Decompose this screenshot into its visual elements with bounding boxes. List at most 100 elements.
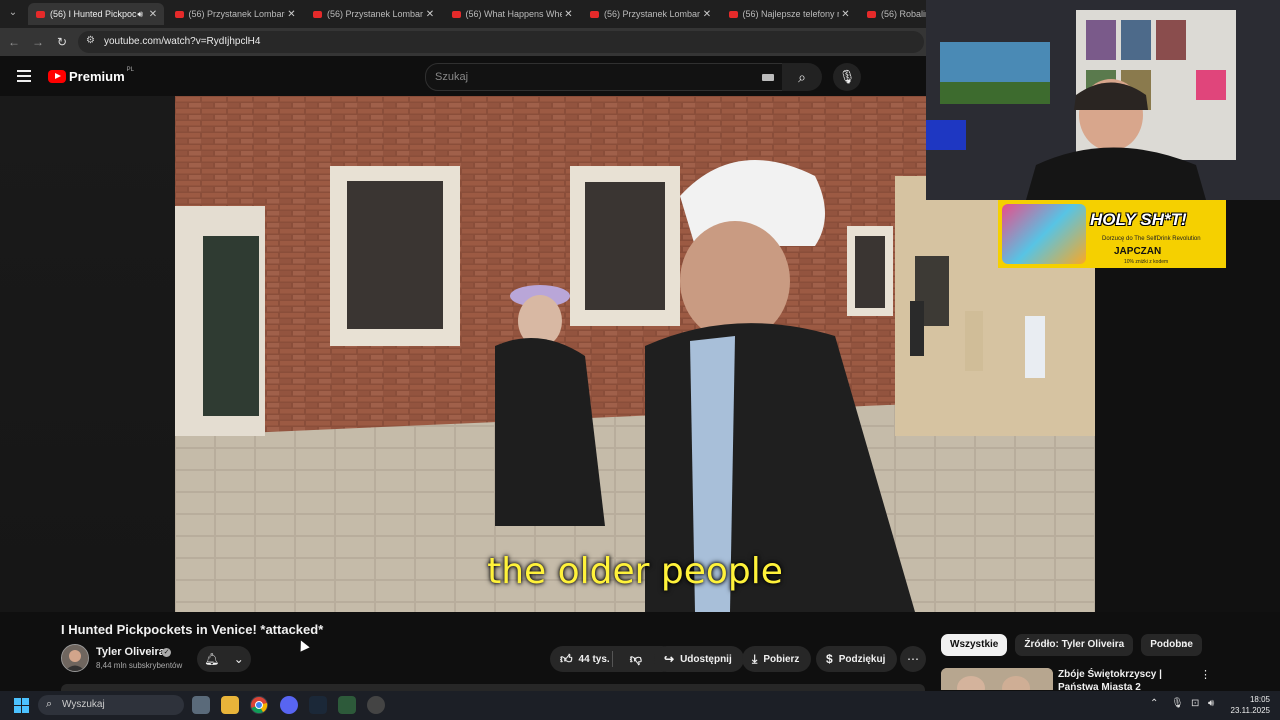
taskbar-clock[interactable]: 18:05 23.11.2025 <box>1231 694 1270 716</box>
volume-icon[interactable]: 🔊︎ <box>1208 698 1214 709</box>
browser-tab[interactable]: (56) Najlepsze telefony ro ✕ <box>721 3 857 25</box>
discord-icon[interactable] <box>280 696 298 714</box>
video-metadata: I Hunted Pickpockets in Venice! *attacke… <box>0 612 926 692</box>
youtube-favicon-icon <box>590 10 599 18</box>
taskbar-search-input[interactable]: ⌕ Wyszukaj <box>38 695 184 715</box>
subscription-bell-button[interactable]: 🔔︎ ⌄ <box>197 646 251 672</box>
promo-line-1: Dorzucę do The SelfDrink Revolution <box>1102 236 1201 242</box>
promo-headline: HOLY SH*T! <box>1090 210 1187 229</box>
youtube-favicon-icon <box>867 10 876 18</box>
thumbs-down-icon[interactable]: 👎︎ <box>630 652 642 667</box>
network-icon[interactable]: ⊡ <box>1191 698 1199 709</box>
microphone-icon: 🎙 <box>838 69 856 84</box>
download-button[interactable]: ⤓ Pobierz <box>742 646 812 672</box>
windows-taskbar: ⌕ Wyszukaj ⌃ 🎙 ⊡ 🔊︎ 18:05 23.11.2025 <box>0 691 1280 720</box>
youtube-favicon-icon <box>36 10 45 18</box>
browser-tab[interactable]: (56) Przystanek Lombard ✕ <box>167 3 303 25</box>
more-actions-button[interactable]: ⋯ <box>900 646 926 672</box>
recommended-video-thumbnail[interactable] <box>941 668 1053 690</box>
stream-promo-banner: HOLY SH*T! Dorzucę do The SelfDrink Revo… <box>998 200 1226 268</box>
tab-title: (56) Przystanek Lombard <box>604 9 700 19</box>
tab-title: (56) Przystanek Lombard <box>327 9 423 19</box>
voice-search-button[interactable]: 🎙 <box>833 63 861 91</box>
browser-tab[interactable]: (56) I Hunted Pickpoc 🔊︎ ✕ <box>28 3 164 25</box>
youtube-favicon-icon <box>313 10 322 18</box>
verified-check-icon: ✓ <box>162 648 171 657</box>
site-settings-icon[interactable]: ⚙ <box>86 35 95 46</box>
search-icon: ⌕ <box>798 69 806 85</box>
search-input[interactable]: Szukaj <box>425 63 783 91</box>
video-subtitle: the older people <box>487 551 783 592</box>
chrome-icon[interactable] <box>250 696 268 714</box>
search-icon: ⌕ <box>46 698 53 710</box>
youtube-play-icon <box>48 70 66 83</box>
browser-tab-bar: ⌄ (56) I Hunted Pickpoc 🔊︎ ✕ (56) Przystane… <box>0 0 932 28</box>
search-placeholder: Szukaj <box>435 71 469 83</box>
player-left-backdrop <box>0 96 175 612</box>
tab-close-icon[interactable]: ✕ <box>146 9 160 20</box>
browser-tab[interactable]: (56) Przystanek Lombard ✕ <box>305 3 441 25</box>
clock-date: 23.11.2025 <box>1230 706 1270 715</box>
promo-brand: JAPCZAN <box>1114 246 1162 257</box>
filter-chip[interactable]: Źródło: Tyler Oliveira <box>1015 634 1134 656</box>
tab-search-chevron-icon[interactable]: ⌄ <box>4 4 22 22</box>
share-button[interactable]: ↪ Udostępnij <box>654 646 744 672</box>
youtube-header: Premium PL Szukaj ⌕ 🎙 <box>0 56 926 96</box>
channel-avatar[interactable] <box>61 644 89 672</box>
download-label: Pobierz <box>763 653 800 665</box>
tab-close-icon[interactable]: ✕ <box>285 9 299 20</box>
tab-audio-icon[interactable]: 🔊︎ <box>137 9 143 20</box>
youtube-favicon-icon <box>174 10 184 18</box>
xbox-icon[interactable] <box>338 696 356 714</box>
more-vertical-icon[interactable]: ⋮ <box>1200 668 1211 681</box>
chrome-logo <box>251 697 268 714</box>
share-icon: ↪ <box>664 652 675 666</box>
filter-chip[interactable]: Wszystkie <box>941 634 1008 656</box>
filter-chip[interactable]: Podobne <box>1141 634 1202 656</box>
video-title: I Hunted Pickpockets in Venice! *attacke… <box>61 622 324 637</box>
promo-artwork <box>1002 204 1086 264</box>
back-arrow-icon[interactable]: ← <box>6 34 22 50</box>
tab-close-icon[interactable]: ✕ <box>562 9 576 20</box>
browser-tab[interactable]: (56) Przystanek Lombard ✕ <box>582 3 718 25</box>
tab-close-icon[interactable]: ✕ <box>423 9 437 20</box>
steam-icon[interactable] <box>309 696 327 714</box>
thumbnail-image <box>941 668 1053 690</box>
search-button[interactable]: ⌕ <box>782 63 822 91</box>
reload-icon[interactable]: ↻ <box>54 34 70 50</box>
keyboard-icon[interactable] <box>762 74 774 81</box>
tab-title: (56) What Happens When <box>465 9 562 19</box>
browser-tab[interactable]: (56) What Happens When ✕ <box>444 3 580 25</box>
recommendation-chips: Wszystkie Źródło: Tyler Oliveira Podobne <box>941 634 1210 656</box>
tray-chevron-up-icon[interactable]: ⌃ <box>1150 698 1158 709</box>
tab-close-icon[interactable]: ✕ <box>839 9 853 20</box>
subscriber-count: 8,44 mln subskrybentów <box>96 661 183 670</box>
youtube-premium-logo[interactable]: Premium PL <box>48 67 134 84</box>
forward-arrow-icon[interactable]: → <box>30 34 46 50</box>
like-divider <box>612 651 613 667</box>
youtube-favicon-icon <box>728 10 738 18</box>
chevron-down-icon: ⌄ <box>233 652 244 666</box>
taskbar-search-placeholder: Wyszukaj <box>62 699 105 710</box>
address-url: youtube.com/watch?v=RydIjhpclH4 <box>104 36 261 47</box>
tab-close-icon[interactable]: ✕ <box>700 9 714 20</box>
youtube-favicon-icon <box>451 10 461 18</box>
address-bar[interactable]: ⚙ youtube.com/watch?v=RydIjhpclH4 <box>78 31 924 53</box>
chevron-right-icon[interactable]: › <box>1183 636 1187 651</box>
recommended-video-title[interactable]: Zbóje Świętokrzyscy | Państwa Miasta 2 <box>1058 668 1192 690</box>
task-view-icon[interactable] <box>192 696 210 714</box>
share-label: Udostępnij <box>680 653 732 665</box>
download-icon: ⤓ <box>752 651 758 666</box>
browser-toolbar: ← → ↻ ⚙ youtube.com/watch?v=RydIjhpclH4 <box>0 28 926 56</box>
like-count[interactable]: 44 tys. <box>579 654 610 665</box>
menu-hamburger-icon[interactable] <box>17 70 31 82</box>
more-horizontal-icon: ⋯ <box>907 652 919 666</box>
obs-icon[interactable] <box>367 696 385 714</box>
channel-name[interactable]: Tyler Oliveira <box>96 646 165 658</box>
microphone-tray-icon[interactable]: 🎙 <box>1171 698 1184 709</box>
windows-start-icon[interactable] <box>14 698 29 713</box>
thanks-button[interactable]: $ Podziękuj <box>816 646 898 672</box>
thumbs-up-icon[interactable]: 👍︎ <box>560 652 573 667</box>
tab-title: (56) Najlepsze telefony ro <box>742 9 839 19</box>
file-explorer-icon[interactable] <box>221 696 239 714</box>
